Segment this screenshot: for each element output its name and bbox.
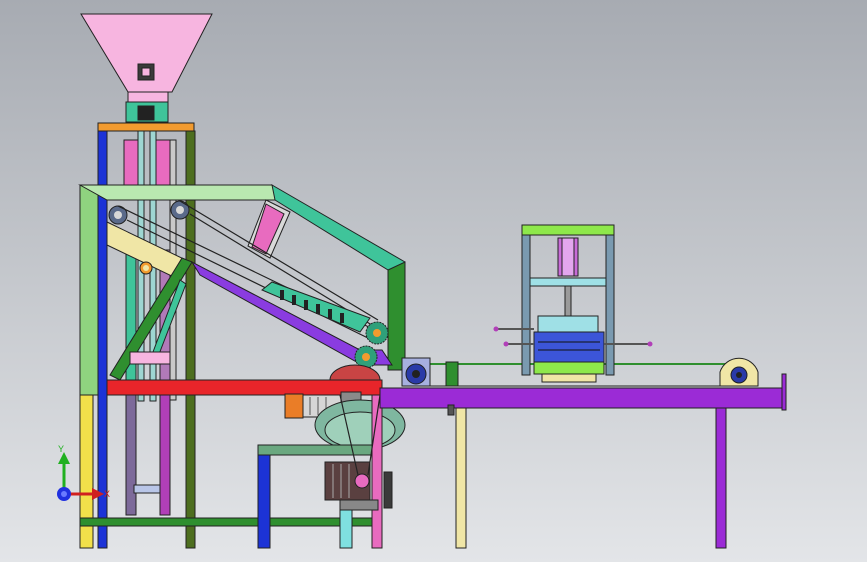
table-leg (455, 407, 467, 549)
cad-viewport[interactable]: Y X (0, 0, 867, 562)
press-ram (537, 315, 599, 333)
table-leg (715, 407, 727, 549)
bottom-crossbar (79, 517, 381, 527)
top-plate (97, 122, 195, 132)
upper-frame-rail (78, 184, 292, 201)
press-mould (533, 331, 605, 363)
motor-pulley (354, 473, 370, 489)
machine-assembly-drawing: Y X (0, 0, 867, 562)
x-axis-label: X (104, 489, 110, 499)
y-axis-label: Y (58, 444, 64, 454)
press-top-plate (521, 224, 615, 236)
